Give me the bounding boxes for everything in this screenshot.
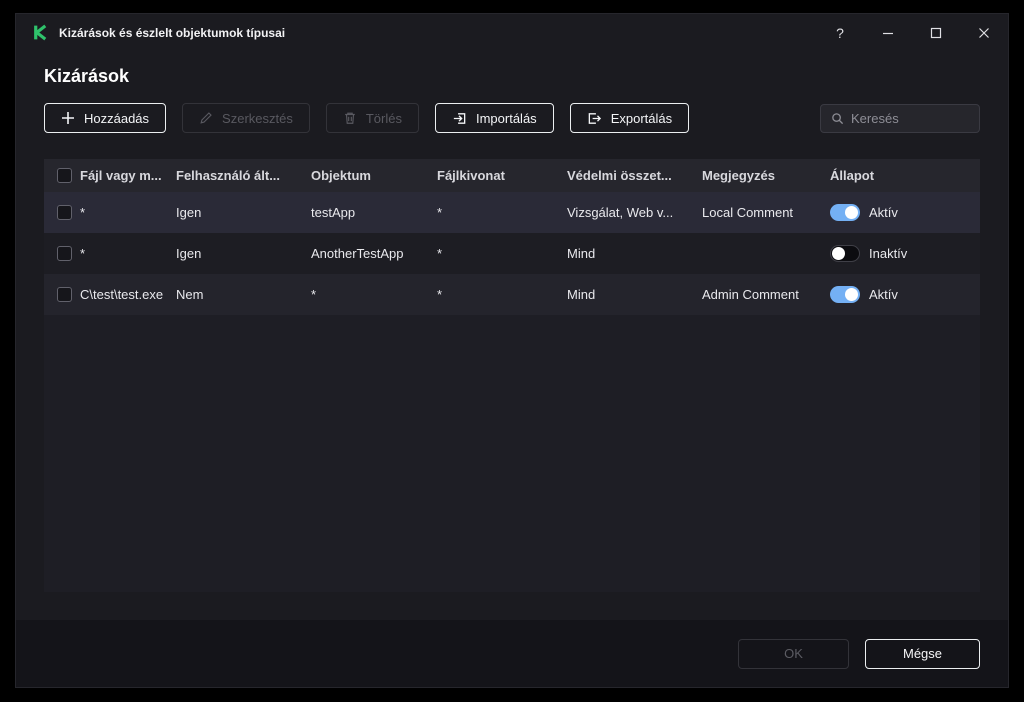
edit-button[interactable]: Szerkesztés [182, 103, 310, 133]
footer: OK Mégse [16, 620, 1008, 687]
window-controls: ? [816, 14, 1008, 51]
column-header-path[interactable]: Fájl vagy m... [80, 168, 176, 183]
maximize-button[interactable] [912, 14, 960, 51]
cell-components: Vizsgálat, Web v... [567, 205, 674, 220]
export-button[interactable]: Exportálás [569, 103, 690, 133]
column-header-components[interactable]: Védelmi összet... [567, 168, 702, 183]
status-label: Aktív [869, 205, 898, 220]
row-checkbox[interactable] [57, 287, 72, 302]
edit-button-label: Szerkesztés [222, 110, 293, 126]
table-row[interactable]: C\test\test.exe Nem * * Mind Admin Comme… [44, 274, 980, 315]
cell-object: * [311, 287, 317, 302]
cell-object: AnotherTestApp [311, 246, 404, 261]
delete-button[interactable]: Törlés [325, 103, 419, 133]
column-header-status[interactable]: Állapot [830, 168, 962, 183]
titlebar: Kizárások és észlelt objektumok típusai … [16, 14, 1008, 51]
status-label: Inaktív [869, 246, 908, 261]
cell-components: Mind [567, 246, 596, 261]
row-checkbox-cell [44, 246, 80, 261]
column-header-hash[interactable]: Fájlkivonat [437, 168, 567, 183]
plus-icon [61, 111, 75, 125]
status-label: Aktív [869, 287, 898, 302]
status-toggle[interactable] [830, 245, 860, 262]
kaspersky-logo-icon [32, 24, 49, 41]
pencil-icon [199, 111, 213, 125]
cell-hash: * [437, 287, 443, 302]
row-checkbox[interactable] [57, 205, 72, 220]
add-button-label: Hozzáadás [84, 110, 150, 126]
search-box [820, 103, 980, 133]
cell-comment: Admin Comment [702, 287, 799, 302]
exclusions-table: Fájl vagy m... Felhasználó ált... Objekt… [44, 159, 980, 592]
cancel-button[interactable]: Mégse [865, 638, 980, 669]
search-input[interactable] [851, 110, 969, 126]
select-all-checkbox[interactable] [57, 168, 72, 183]
cell-path: * [80, 205, 86, 220]
cell-status: Aktív [830, 286, 962, 303]
cell-hash: * [437, 205, 443, 220]
status-toggle[interactable] [830, 204, 860, 221]
window-title: Kizárások és észlelt objektumok típusai [59, 25, 286, 40]
column-header-user[interactable]: Felhasználó ált... [176, 168, 311, 183]
table-header: Fájl vagy m... Felhasználó ált... Objekt… [44, 159, 980, 192]
search-icon [831, 112, 844, 125]
table-row[interactable]: * Igen AnotherTestApp * Mind Inaktív [44, 233, 980, 274]
import-icon [452, 111, 467, 126]
export-button-label: Exportálás [610, 110, 673, 126]
cell-hash: * [437, 246, 443, 261]
trash-icon [343, 111, 357, 125]
cell-status: Inaktív [830, 245, 962, 262]
import-button[interactable]: Importálás [434, 103, 554, 133]
column-header-object[interactable]: Objektum [311, 168, 437, 183]
cell-components: Mind [567, 287, 596, 302]
table-row[interactable]: * Igen testApp * Vizsgálat, Web v... Loc… [44, 192, 980, 233]
column-header-comment[interactable]: Megjegyzés [702, 168, 830, 183]
cell-user: Nem [176, 287, 204, 302]
app-window: Kizárások és észlelt objektumok típusai … [16, 14, 1008, 687]
add-button[interactable]: Hozzáadás [44, 103, 167, 133]
cell-comment: Local Comment [702, 205, 794, 220]
delete-button-label: Törlés [365, 110, 402, 126]
cell-path: C\test\test.exe [80, 287, 164, 302]
cell-path: * [80, 246, 86, 261]
toolbar: Hozzáadás Szerkesztés Törlés Importálás [44, 103, 980, 133]
close-button[interactable] [960, 14, 1008, 51]
cell-object: testApp [311, 205, 356, 220]
row-checkbox-cell [44, 205, 80, 220]
ok-button[interactable]: OK [738, 638, 849, 669]
cell-user: Igen [176, 246, 202, 261]
cell-user: Igen [176, 205, 202, 220]
export-icon [587, 111, 602, 126]
help-button[interactable]: ? [816, 14, 864, 51]
row-checkbox-cell [44, 287, 80, 302]
content-area: Kizárások Hozzáadás Szerkesztés Törlés I… [16, 51, 1008, 620]
import-button-label: Importálás [475, 110, 537, 126]
row-checkbox[interactable] [57, 246, 72, 261]
minimize-button[interactable] [864, 14, 912, 51]
select-all-cell [44, 168, 80, 183]
cell-status: Aktív [830, 204, 962, 221]
page-title: Kizárások [44, 66, 130, 86]
status-toggle[interactable] [830, 286, 860, 303]
